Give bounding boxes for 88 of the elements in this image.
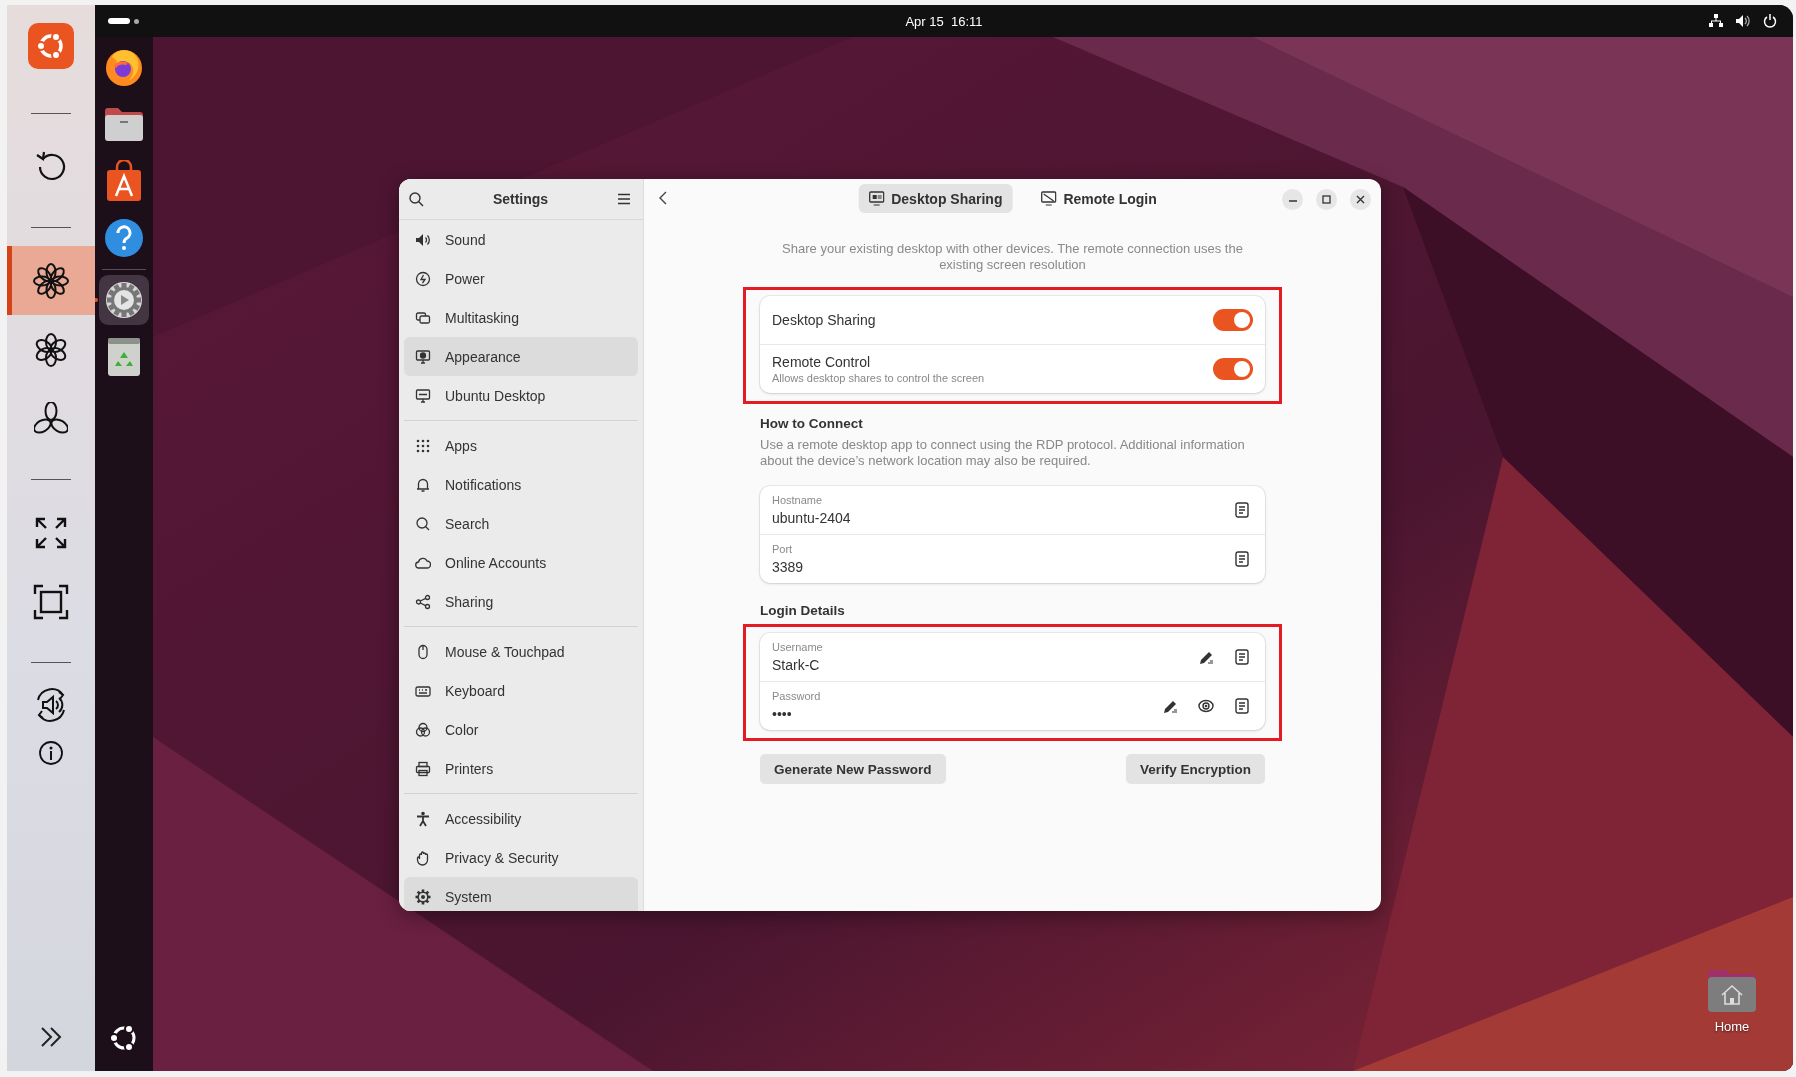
sidebar-item[interactable]: Power [404,259,638,298]
tab[interactable]: Desktop Sharing [858,184,1013,213]
maximize-button[interactable] [1316,188,1337,210]
hand-icon [415,849,431,866]
shopping-bag-icon[interactable] [106,160,142,202]
workspace-indicator[interactable] [108,18,139,24]
sidebar-item[interactable]: System [404,877,638,911]
toggle-switch[interactable] [1213,358,1253,380]
frame-icon[interactable] [33,583,69,620]
sidebar-item[interactable]: Ubuntu Desktop [404,376,638,415]
back-icon[interactable] [658,189,668,206]
printer-icon [415,760,431,777]
setting-label: Desktop Sharing [772,312,877,328]
monitor-icon [868,191,885,206]
section-description: Use a remote desktop app to connect using the RDP protocol. Additional information about the device’s network location may also be required. [760,437,1246,469]
flower-icon[interactable] [33,262,69,299]
toggle-switch[interactable] [1213,309,1253,331]
bell-icon [415,476,431,493]
person-icon [415,810,431,827]
copy-icon[interactable] [1235,698,1249,714]
close-button[interactable] [1350,188,1371,210]
copy-icon[interactable] [1235,551,1249,567]
share-icon [415,593,431,610]
grid-icon [415,437,431,454]
sidebar-item[interactable]: Sharing [404,582,638,621]
sidebar-item[interactable]: Keyboard [404,671,638,710]
sidebar-item[interactable]: Online Accounts [404,543,638,582]
mouse-icon [415,643,431,660]
field-value: ubuntu-2404 [772,510,852,526]
sidebar-item[interactable]: Printers [404,749,638,788]
eye-icon[interactable] [1198,699,1214,713]
info-icon[interactable] [38,740,64,766]
sidebar-item[interactable]: Accessibility [404,799,638,838]
sidebar-item[interactable]: Color [404,710,638,749]
recycle-bin-icon[interactable] [107,337,141,377]
action-button[interactable]: Generate New Password [760,754,946,784]
clock[interactable]: Apr 15 16:11 [905,13,983,29]
trefoil-icon[interactable] [34,401,68,436]
icon-label[interactable]: Home [1714,1019,1750,1034]
color-icon [415,721,431,738]
sidebar-item[interactable]: Appearance [404,337,638,376]
sidebar-item[interactable]: Apps [404,426,638,465]
field-value: •••• [772,706,793,722]
setting-description: Allows desktop shares to control the screen [772,372,986,384]
field-label: Username [772,641,824,653]
pencil-icon[interactable] [1198,649,1214,665]
search-icon[interactable] [409,191,424,207]
page-description: Share your existing desktop with other devices. The remote connection uses the existing screen resolution [781,241,1244,273]
power-icon[interactable] [1763,14,1777,28]
menu-icon[interactable] [617,193,631,205]
monitor-icon [415,348,431,365]
copy-icon[interactable] [1235,502,1249,518]
field-value: Stark-C [772,657,821,673]
volume-icon[interactable] [1735,14,1751,28]
tab[interactable]: Remote Login [1030,184,1167,213]
folder-icon[interactable] [103,105,145,143]
monitor-icon [1040,191,1057,206]
field-label: Port [772,543,794,555]
action-button[interactable]: Verify Encryption [1125,754,1265,784]
field-value: 3389 [772,559,805,575]
toolbar-item[interactable] [7,246,95,315]
sidebar-item[interactable]: Search [404,504,638,543]
section-heading: How to Connect [760,416,864,431]
flower-icon[interactable] [34,332,68,367]
setting-label: Remote Control [772,354,872,370]
sidebar-item[interactable]: Mouse & Touchpad [404,632,638,671]
gear-icon [415,888,431,905]
expand-icon[interactable] [34,515,68,550]
copy-icon[interactable] [1235,649,1249,665]
field-label: Hostname [772,494,824,506]
pencil-icon[interactable] [1162,698,1178,714]
windows-icon [415,309,431,326]
field-label: Password [772,690,822,702]
double-chevron-icon[interactable] [39,1025,63,1048]
close-icon [1356,194,1365,204]
search-icon [415,515,431,532]
sidebar-item[interactable]: Privacy & Security [404,838,638,877]
monitor-icon [415,387,431,404]
sidebar-item[interactable]: Sound [404,220,638,259]
network-icon[interactable] [1709,14,1723,28]
maximize-icon [1322,194,1331,204]
power-icon [415,270,431,287]
minimize-button[interactable] [1282,188,1303,210]
home-folder-icon[interactable] [1707,969,1757,1013]
section-heading: Login Details [760,603,846,618]
sidebar-item[interactable]: Notifications [404,465,638,504]
sidebar-item[interactable]: Multitasking [404,298,638,337]
window-title: Settings [492,191,549,207]
